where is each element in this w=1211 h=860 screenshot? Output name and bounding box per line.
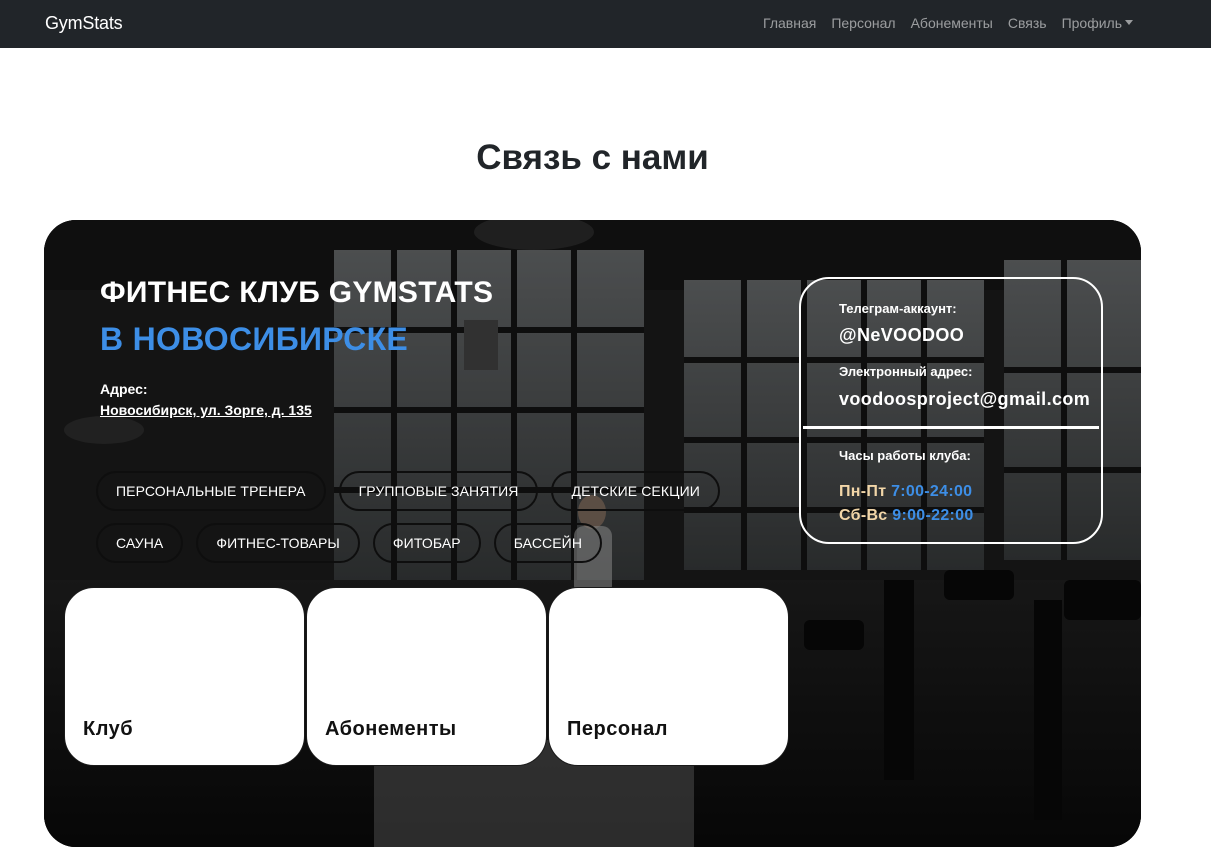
address-label: Адрес: xyxy=(100,381,148,397)
service-tag-sauna: Сауна xyxy=(96,523,184,563)
brand-logo-link[interactable]: GymStats xyxy=(45,13,123,34)
service-tag-phytobar: Фитобар xyxy=(372,523,481,563)
telegram-handle[interactable]: @NeVOODOO xyxy=(839,325,964,346)
card-staff[interactable]: Персонал xyxy=(548,587,789,766)
contact-divider xyxy=(803,426,1099,429)
caret-down-icon xyxy=(1125,20,1133,25)
weekend-label: Сб-Вс xyxy=(839,507,888,524)
profile-label: Профиль xyxy=(1061,15,1122,31)
nav-link-contact[interactable]: Связь xyxy=(1008,15,1047,31)
address-link[interactable]: Новосибирск, ул. Зорге, д. 135 xyxy=(100,402,312,418)
email-address[interactable]: voodoosproject@gmail.com xyxy=(839,389,1090,410)
card-label-staff: Персонал xyxy=(567,718,668,740)
nav-link-home[interactable]: Главная xyxy=(763,15,816,31)
service-tag-kids-sections: Детские секции xyxy=(551,471,720,511)
club-hero: ФИТНЕС КЛУБ GYMSTATS В НОВОСИБИРСКЕ Адре… xyxy=(44,220,1141,847)
card-label-memberships: Абонементы xyxy=(325,718,457,740)
club-title: ФИТНЕС КЛУБ GYMSTATS xyxy=(100,276,494,309)
nav-profile-dropdown[interactable]: Профиль xyxy=(1062,15,1133,31)
card-label-club: Клуб xyxy=(83,718,134,740)
nav-link-staff[interactable]: Персонал xyxy=(831,15,895,31)
service-tag-personal-trainers: Персональные тренера xyxy=(96,471,326,511)
card-memberships[interactable]: Абонементы xyxy=(306,587,547,766)
contact-panel: Телеграм-аккаунт: @NeVOODOO Электронный … xyxy=(799,277,1103,544)
weekdays-hours: 7:00-24:00 xyxy=(891,483,973,500)
weekend-hours: 9:00-22:00 xyxy=(892,507,974,524)
club-city: В НОВОСИБИРСКЕ xyxy=(100,321,409,357)
nav-link-memberships[interactable]: Абонементы xyxy=(911,15,993,31)
service-tag-pool: Бассейн xyxy=(493,523,603,563)
nav-links: Главная Персонал Абонементы Связь Профил… xyxy=(763,15,1133,31)
page-title: Связь с нами xyxy=(476,138,709,177)
services-list: Персональные тренера Групповые занятия Д… xyxy=(96,471,786,563)
card-club[interactable]: Клуб xyxy=(64,587,305,766)
nav-cards: Клуб Абонементы Персонал xyxy=(64,587,790,766)
hours-weekdays: Пн-Пт 7:00-24:00 xyxy=(839,483,972,501)
service-tag-group-classes: Групповые занятия xyxy=(338,471,539,511)
hours-weekend: Сб-Вс 9:00-22:00 xyxy=(839,507,974,525)
hours-label: Часы работы клуба: xyxy=(839,448,971,463)
telegram-label: Телеграм-аккаунт: xyxy=(839,301,957,316)
weekdays-label: Пн-Пт xyxy=(839,483,887,500)
navbar: GymStats Главная Персонал Абонементы Свя… xyxy=(0,0,1211,48)
service-tag-fitness-goods: Фитнес-товары xyxy=(196,523,360,563)
email-label: Электронный адрес: xyxy=(839,364,973,379)
